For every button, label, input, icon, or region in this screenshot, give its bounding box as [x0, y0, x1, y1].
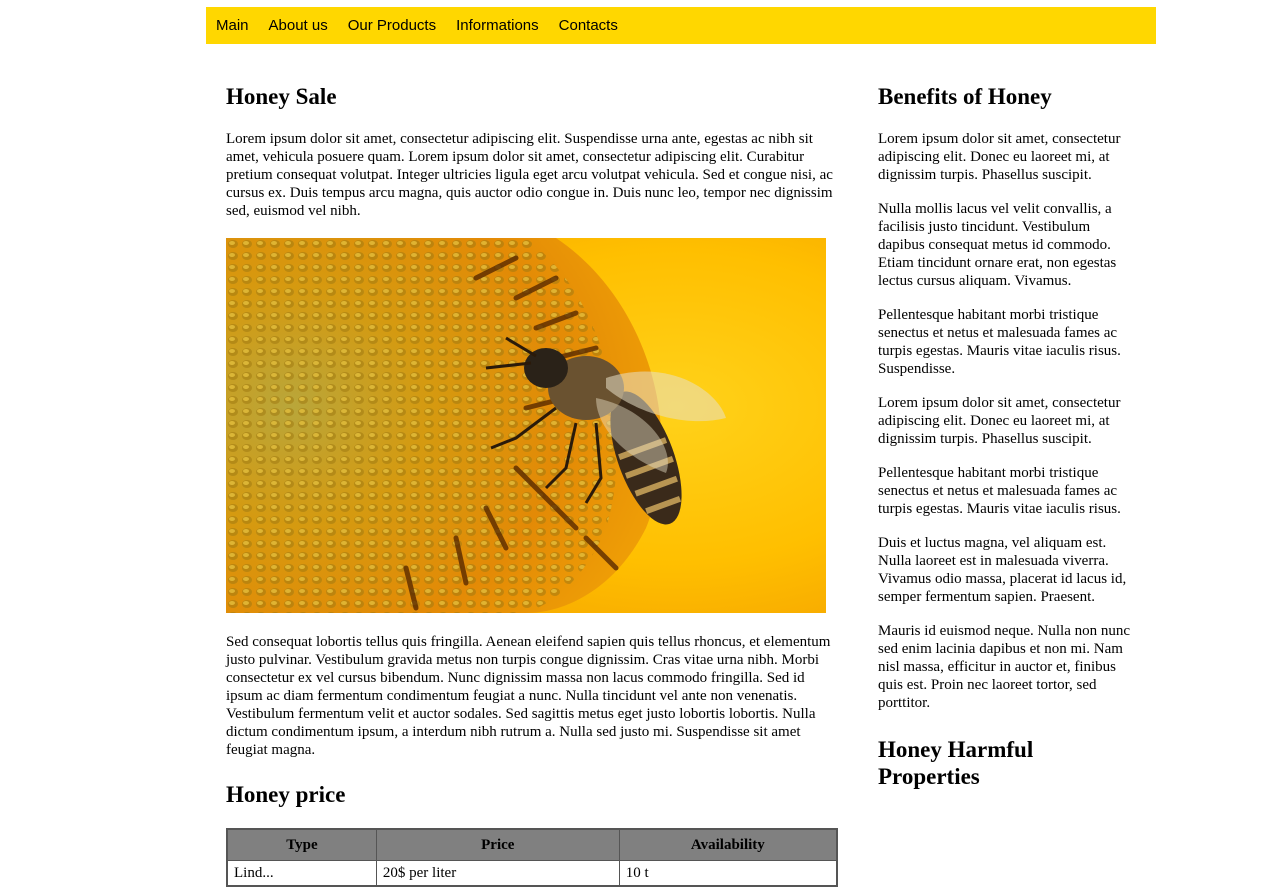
table-header-availability: Availability — [618, 828, 838, 861]
sidebar-paragraph: Nulla mollis lacus vel velit convallis, … — [878, 201, 1117, 289]
table-header-type: Type — [226, 828, 377, 861]
sidebar-paragraph: Lorem ipsum dolor sit amet, consectetur … — [878, 395, 1121, 447]
table-header-price: Price — [375, 828, 620, 861]
sidebar-paragraph: Pellentesque habitant morbi tristique se… — [878, 465, 1121, 517]
nav-about-link[interactable]: About us — [269, 7, 328, 44]
sidebar-paragraph: Duis et luctus magna, vel aliquam est. N… — [878, 535, 1127, 605]
sidebar-paragraph: Lorem ipsum dolor sit amet, consectetur … — [878, 131, 1121, 183]
top-nav: Main About us Our Products Informations … — [206, 7, 1156, 44]
price-section-title: Honey price — [226, 782, 346, 807]
main-column: Honey Sale Lorem ipsum dolor sit amet, c… — [226, 77, 838, 887]
page-title: Honey Sale — [226, 84, 337, 109]
table-header-row: Type Price Availability — [226, 828, 838, 861]
nav-products-link[interactable]: Our Products — [348, 7, 436, 44]
table-row: Lind... 20$ per liter 10 t — [226, 860, 838, 887]
table-cell-price: 20$ per liter — [375, 860, 620, 887]
table-cell-availability: 10 t — [618, 860, 838, 887]
nav-main-link[interactable]: Main — [216, 7, 249, 44]
sidebar: Benefits of Honey Lorem ipsum dolor sit … — [878, 77, 1140, 810]
sidebar-paragraph: Mauris id euismod neque. Nulla non nunc … — [878, 623, 1131, 711]
table-cell-type: Lind... — [226, 860, 377, 887]
bee-on-sunflower-image — [226, 238, 826, 613]
nav-informations-link[interactable]: Informations — [456, 7, 539, 44]
sidebar-title: Benefits of Honey — [878, 84, 1052, 109]
page: Main About us Our Products Informations … — [206, 7, 1156, 887]
sidebar-paragraph: Pellentesque habitant morbi tristique se… — [878, 307, 1121, 377]
body-paragraph: Sed consequat lobortis tellus quis fring… — [226, 634, 831, 758]
nav-contacts-link[interactable]: Contacts — [559, 7, 618, 44]
price-table: Type Price Availability Lind... 20$ per … — [226, 828, 838, 887]
harmful-properties-title: Honey Harmful Properties — [878, 737, 1034, 789]
intro-paragraph: Lorem ipsum dolor sit amet, consectetur … — [226, 131, 833, 219]
